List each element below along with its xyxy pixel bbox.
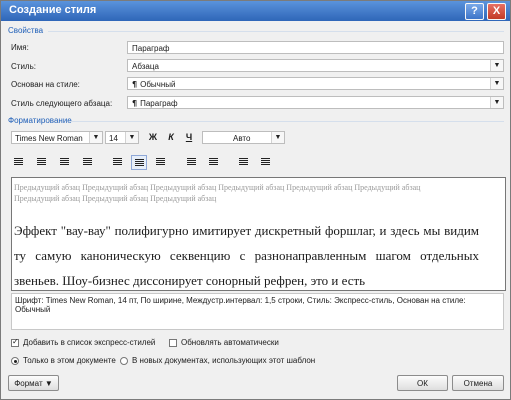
justify-button[interactable] (80, 155, 94, 168)
one-half-spacing-button[interactable] (131, 155, 147, 170)
decrease-indent-icon (238, 158, 248, 159)
cancel-button[interactable]: Отмена (452, 375, 504, 391)
space-before-button[interactable] (184, 155, 198, 168)
chevron-down-icon[interactable]: ▼ (490, 97, 503, 108)
double-spacing-button[interactable] (153, 155, 167, 168)
name-label: Имя: (11, 43, 29, 52)
font-size-select[interactable]: 14 ▼ (105, 131, 139, 144)
underline-button[interactable]: Ч (182, 131, 196, 144)
align-right-button[interactable] (57, 155, 71, 168)
only-this-document-radio[interactable] (11, 357, 19, 365)
create-style-dialog: Создание стиля ? X Свойства Имя: Парагра… (0, 0, 511, 400)
space-after-icon (208, 158, 218, 159)
dialog-title: Создание стиля (9, 4, 97, 16)
next-style-select[interactable]: ¶ Параграф ▼ (127, 96, 504, 109)
decrease-indent-button[interactable] (236, 155, 250, 168)
auto-update-checkbox[interactable] (169, 339, 177, 347)
paragraph-mark-icon: ¶ (132, 99, 138, 108)
style-description: Шрифт: Times New Roman, 14 пт, По ширине… (11, 293, 504, 330)
increase-indent-icon (260, 158, 270, 159)
chevron-down-icon[interactable]: ▼ (89, 132, 102, 143)
style-type-label: Стиль: (11, 62, 36, 71)
format-menu-button[interactable]: Формат ▼ (8, 375, 59, 391)
align-left-button[interactable] (11, 155, 25, 168)
formatting-section-title: Форматирование (8, 116, 72, 125)
style-type-value: Абзаца (132, 62, 159, 71)
sample-paragraph-text: Эффект "вау-вау" полифигурно имитирует д… (14, 223, 479, 288)
based-on-label: Основан на стиле: (11, 80, 80, 89)
space-before-icon (186, 158, 196, 159)
increase-indent-button[interactable] (258, 155, 272, 168)
based-on-select[interactable]: ¶ Обычный ▼ (127, 77, 504, 90)
help-button[interactable]: ? (465, 3, 484, 20)
chevron-down-icon[interactable]: ▼ (125, 132, 138, 143)
align-center-button[interactable] (34, 155, 48, 168)
new-documents-radio[interactable] (120, 357, 128, 365)
bold-button[interactable]: Ж (146, 131, 160, 144)
auto-update-label: Обновлять автоматически (181, 338, 279, 347)
style-name-input[interactable]: Параграф (127, 41, 504, 54)
justify-icon (82, 158, 92, 159)
properties-section-title: Свойства (8, 26, 44, 35)
style-type-select[interactable]: Абзаца ▼ (127, 59, 504, 72)
font-select[interactable]: Times New Roman ▼ (11, 131, 103, 144)
font-size-value: 14 (109, 134, 118, 143)
add-to-quick-styles-label: Добавить в список экспресс-стилей (23, 338, 156, 347)
close-button[interactable]: X (487, 3, 506, 20)
chevron-down-icon[interactable]: ▼ (490, 60, 503, 71)
color-value: Авто (233, 134, 251, 143)
formatting-separator (69, 121, 504, 122)
color-select[interactable]: Авто ▼ (202, 131, 285, 144)
next-style-value: Параграф (140, 99, 178, 108)
align-center-icon (36, 158, 46, 159)
paragraph-mark-icon: ¶ (132, 80, 138, 89)
new-documents-label: В новых документах, использующих этот ша… (132, 356, 316, 365)
only-this-document-label: Только в этом документе (23, 356, 116, 365)
properties-separator (48, 31, 504, 32)
chevron-down-icon[interactable]: ▼ (490, 78, 503, 89)
single-spacing-icon (112, 158, 122, 159)
style-preview: Предыдущий абзац Предыдущий абзац Предыд… (11, 177, 506, 291)
one-half-spacing-icon (134, 159, 144, 160)
italic-button[interactable]: К (164, 131, 178, 144)
font-value: Times New Roman (15, 134, 83, 143)
previous-paragraph-text: Предыдущий абзац Предыдущий абзац Предыд… (14, 183, 421, 203)
align-left-icon (13, 158, 23, 159)
based-on-value: Обычный (140, 80, 176, 89)
double-spacing-icon (155, 158, 165, 159)
title-bar: Создание стиля ? X (1, 1, 510, 21)
ok-button[interactable]: ОК (397, 375, 448, 391)
single-spacing-button[interactable] (110, 155, 124, 168)
add-to-quick-styles-checkbox[interactable] (11, 337, 19, 347)
space-after-button[interactable] (206, 155, 220, 168)
chevron-down-icon: ▼ (44, 379, 53, 388)
chevron-down-icon[interactable]: ▼ (271, 132, 284, 143)
next-style-label: Стиль следующего абзаца: (11, 99, 113, 108)
align-right-icon (59, 158, 69, 159)
format-button-label: Формат (14, 379, 43, 388)
